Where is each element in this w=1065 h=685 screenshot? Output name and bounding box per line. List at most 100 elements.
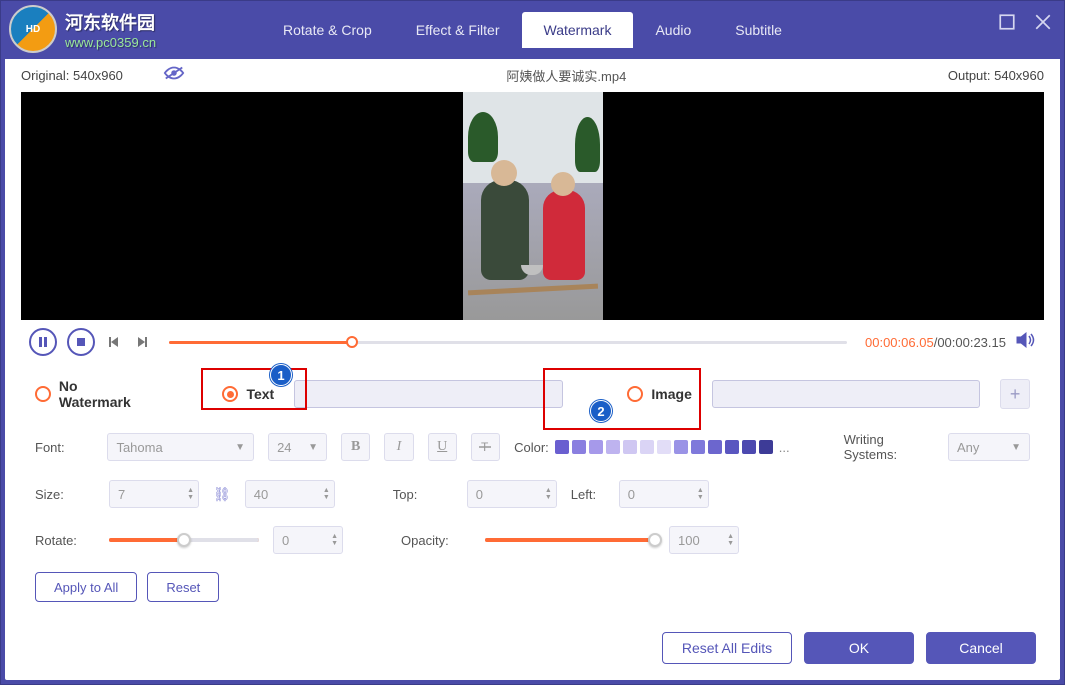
writing-systems-select[interactable]: Any▼ (948, 433, 1030, 461)
color-swatch[interactable] (572, 440, 586, 454)
color-swatch[interactable] (555, 440, 569, 454)
spinner-arrows-icon: ▲▼ (331, 533, 338, 547)
color-swatch[interactable] (623, 440, 637, 454)
left-spinner[interactable]: 0▲▼ (619, 480, 709, 508)
color-swatch[interactable] (674, 440, 688, 454)
no-watermark-option[interactable]: No Watermark (35, 378, 153, 410)
file-name: 阿姨做人要诚实.mp4 (185, 66, 948, 85)
opacity-slider[interactable] (485, 538, 655, 542)
maximize-icon[interactable] (996, 11, 1018, 33)
rotate-spinner[interactable]: 0 ▲▼ (273, 526, 343, 554)
time-duration: 00:00:23.15 (937, 335, 1006, 350)
top-spinner[interactable]: 0 ▲▼ (467, 480, 557, 508)
reset-button[interactable]: Reset (147, 572, 219, 602)
opacity-label: Opacity: (401, 533, 471, 548)
tab-audio[interactable]: Audio (633, 12, 713, 48)
radio-icon (222, 386, 238, 402)
font-family-value: Tahoma (116, 440, 162, 455)
more-colors-button[interactable]: ... (779, 440, 790, 455)
brand-name: 河东软件园 (65, 9, 156, 35)
color-swatch[interactable] (606, 440, 620, 454)
color-swatch[interactable] (589, 440, 603, 454)
color-swatches[interactable] (555, 440, 773, 454)
text-watermark-label: Text (246, 386, 274, 402)
app-window: HD 河东软件园 www.pc0359.cn Rotate & Crop Eff… (0, 0, 1065, 685)
color-label: Color: (514, 440, 549, 455)
tab-watermark[interactable]: Watermark (522, 12, 634, 48)
radio-icon (35, 386, 51, 402)
prev-frame-button[interactable] (105, 333, 123, 351)
chevron-down-icon: ▼ (235, 442, 245, 453)
link-aspect-icon[interactable]: ⛓ (213, 486, 231, 503)
color-swatch[interactable] (708, 440, 722, 454)
writing-systems-value: Any (957, 440, 979, 455)
add-image-button[interactable]: + (1000, 379, 1030, 409)
video-frame (463, 92, 603, 320)
brand-logo-icon: HD (9, 5, 57, 53)
close-icon[interactable] (1032, 11, 1054, 33)
tab-subtitle[interactable]: Subtitle (713, 12, 804, 48)
original-size-label: Original: 540x960 (21, 68, 123, 83)
no-watermark-label: No Watermark (59, 378, 153, 410)
top-label: Top: (393, 487, 453, 502)
color-swatch[interactable] (742, 440, 756, 454)
opacity-spinner[interactable]: 100▲▼ (669, 526, 739, 554)
pause-button[interactable] (29, 328, 57, 356)
color-swatch[interactable] (640, 440, 654, 454)
annotation-callout-1: 1 (270, 364, 292, 386)
output-size-label: Output: 540x960 (948, 68, 1044, 83)
color-swatch[interactable] (725, 440, 739, 454)
top-value: 0 (476, 487, 483, 502)
watermark-text-input[interactable] (294, 380, 562, 408)
width-value: 7 (118, 487, 125, 502)
height-spinner[interactable]: 40▲▼ (245, 480, 335, 508)
watermark-type-row: No Watermark Text Image + 1 2 (5, 368, 1060, 432)
underline-button[interactable]: U (428, 433, 457, 461)
next-frame-button[interactable] (133, 333, 151, 351)
content-area: Original: 540x960 阿姨做人要诚实.mp4 Output: 54… (5, 59, 1060, 680)
tab-effect-filter[interactable]: Effect & Filter (394, 12, 522, 48)
spinner-arrows-icon: ▲▼ (187, 487, 194, 501)
bold-button[interactable]: B (341, 433, 370, 461)
rotate-label: Rotate: (35, 533, 95, 548)
color-swatch[interactable] (691, 440, 705, 454)
rotate-slider[interactable] (109, 538, 259, 542)
ok-button[interactable]: OK (804, 632, 914, 664)
time-current: 00:00:06.05 (865, 335, 934, 350)
title-bar: HD 河东软件园 www.pc0359.cn Rotate & Crop Eff… (1, 1, 1064, 59)
image-watermark-label: Image (651, 386, 691, 402)
font-size-value: 24 (277, 440, 291, 455)
chevron-down-icon: ▼ (308, 442, 318, 453)
parameters: Font: Tahoma ▼ 24 ▼ B I U T Color: ... (5, 432, 1060, 554)
spinner-arrows-icon: ▲▼ (545, 487, 552, 501)
italic-button[interactable]: I (384, 433, 413, 461)
width-spinner[interactable]: 7 ▲▼ (109, 480, 199, 508)
spinner-arrows-icon: ▲▼ (697, 487, 704, 501)
image-watermark-option[interactable]: Image (627, 386, 691, 402)
brand: HD 河东软件园 www.pc0359.cn (9, 5, 156, 53)
playback-controls: 00:00:06.05/00:00:23.15 (5, 320, 1060, 368)
annotation-callout-2: 2 (590, 400, 612, 422)
text-watermark-option[interactable]: Text (222, 386, 274, 402)
timeline-slider[interactable] (169, 341, 847, 344)
volume-icon[interactable] (1016, 331, 1036, 354)
strikethrough-button[interactable]: T (471, 433, 500, 461)
rotate-value: 0 (282, 533, 289, 548)
font-size-select[interactable]: 24 ▼ (268, 433, 327, 461)
watermark-image-path-input[interactable] (712, 380, 980, 408)
cancel-button[interactable]: Cancel (926, 632, 1036, 664)
stop-button[interactable] (67, 328, 95, 356)
color-swatch[interactable] (759, 440, 773, 454)
info-bar: Original: 540x960 阿姨做人要诚实.mp4 Output: 54… (5, 59, 1060, 92)
height-value: 40 (254, 487, 268, 502)
reset-all-edits-button[interactable]: Reset All Edits (662, 632, 792, 664)
font-label: Font: (35, 440, 93, 455)
tab-rotate-crop[interactable]: Rotate & Crop (261, 12, 394, 48)
apply-to-all-button[interactable]: Apply to All (35, 572, 137, 602)
font-family-select[interactable]: Tahoma ▼ (107, 433, 254, 461)
color-swatch[interactable] (657, 440, 671, 454)
preview-toggle-icon[interactable] (163, 65, 185, 86)
left-label: Left: (571, 487, 605, 502)
size-label: Size: (35, 487, 95, 502)
brand-url: www.pc0359.cn (65, 35, 156, 50)
